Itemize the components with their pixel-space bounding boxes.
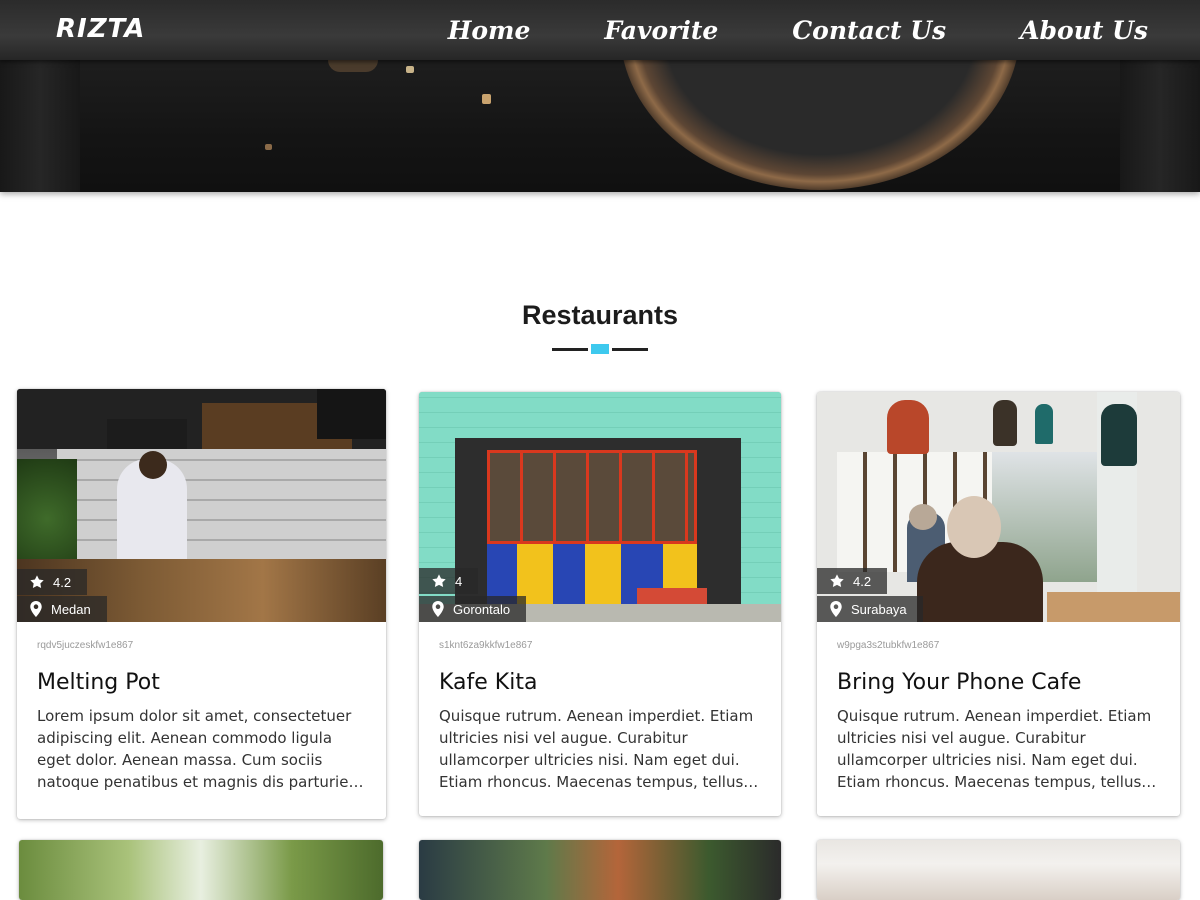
hero-crumb xyxy=(406,66,414,73)
restaurant-name[interactable]: Melting Pot xyxy=(37,670,366,695)
pendant-lamp xyxy=(993,400,1017,446)
star-icon xyxy=(30,575,44,588)
restaurant-description: Quisque rutrum. Aenean imperdiet. Etiam … xyxy=(837,707,1152,791)
nav-menu: Home Favorite Contact Us About Us xyxy=(448,0,1148,60)
hero-crumb xyxy=(265,144,272,150)
title-deco-bar-left xyxy=(552,348,588,351)
tile-wall xyxy=(57,449,386,559)
rating-value: 4.2 xyxy=(853,573,872,589)
brand-logo[interactable]: RIZTA xyxy=(56,14,145,44)
navbar: RIZTA Home Favorite Contact Us About Us xyxy=(0,0,1200,60)
restaurant-name[interactable]: Kafe Kita xyxy=(439,670,761,695)
restaurant-image xyxy=(19,840,383,900)
rating-badge: 4 xyxy=(419,568,479,594)
restaurant-image xyxy=(817,840,1180,900)
rating-badge: 4.2 xyxy=(817,568,888,594)
section-title: Restaurants xyxy=(521,300,679,330)
hero-side-right xyxy=(1120,60,1200,192)
location-badge: Surabaya xyxy=(817,596,923,622)
rating-value: 4 xyxy=(455,573,463,589)
city-name: Medan xyxy=(51,601,91,617)
pendant-lamp xyxy=(1101,404,1137,466)
location-pin-icon xyxy=(432,601,444,617)
chef-head xyxy=(139,451,167,479)
nav-link-contact-us[interactable]: Contact Us xyxy=(792,16,946,45)
star-icon xyxy=(830,574,844,587)
restaurant-card[interactable] xyxy=(817,840,1180,900)
restaurant-id: s1knt6za9kkfw1e867 xyxy=(439,640,533,651)
city-name: Gorontalo xyxy=(453,601,511,617)
restaurant-id: w9pga3s2tubkfw1e867 xyxy=(837,640,940,651)
restaurant-image: 4.2 Surabaya xyxy=(817,392,1180,622)
pendant-lamp xyxy=(1035,404,1053,444)
restaurant-description: Lorem ipsum dolor sit amet, consectetuer… xyxy=(37,707,364,791)
hero-side-left xyxy=(0,60,80,192)
title-deco-bar-right xyxy=(612,348,648,351)
panel-yellow xyxy=(517,544,553,604)
window-grid xyxy=(487,450,697,544)
nav-link-about-us[interactable]: About Us xyxy=(1020,16,1148,45)
hero-crumb xyxy=(328,60,378,72)
location-badge: Gorontalo xyxy=(419,596,527,622)
card-body: rqdv5juczeskfw1e867 Melting Pot Lorem ip… xyxy=(17,622,386,793)
menu-board xyxy=(317,389,386,439)
restaurant-card[interactable]: 4.2 Surabaya w9pga3s2tubkfw1e867 Bring Y… xyxy=(817,392,1180,816)
person-head xyxy=(909,504,937,530)
restaurant-image xyxy=(419,840,781,900)
restaurant-card[interactable]: 4.2 Medan rqdv5juczeskfw1e867 Melting Po… xyxy=(17,389,386,819)
restaurant-image: 4 Gorontalo xyxy=(419,392,781,622)
panel-blue xyxy=(553,544,585,604)
location-pin-icon xyxy=(830,601,842,617)
location-badge: Medan xyxy=(17,596,107,622)
panel-blue xyxy=(487,544,517,604)
restaurant-card[interactable]: 4 Gorontalo s1knt6za9kkfw1e867 Kafe Kita… xyxy=(419,392,781,816)
panel-yellow xyxy=(585,544,621,604)
restaurant-description: Quisque rutrum. Aenean imperdiet. Etiam … xyxy=(439,707,754,791)
red-crate xyxy=(637,588,707,604)
restaurant-name[interactable]: Bring Your Phone Cafe xyxy=(837,670,1160,695)
location-pin-icon xyxy=(30,601,42,617)
restaurant-card[interactable] xyxy=(19,840,383,900)
restaurant-id: rqdv5juczeskfw1e867 xyxy=(37,640,134,651)
card-body: w9pga3s2tubkfw1e867 Bring Your Phone Caf… xyxy=(817,622,1180,793)
title-deco-accent xyxy=(591,344,609,354)
city-name: Surabaya xyxy=(851,601,907,617)
restaurant-image: 4.2 Medan xyxy=(17,389,386,622)
table xyxy=(1047,592,1180,622)
card-body: s1knt6za9kkfw1e867 Kafe Kita Quisque rut… xyxy=(419,622,781,793)
hero-crumb xyxy=(482,94,491,104)
pendant-lamp xyxy=(887,400,929,454)
restaurant-card[interactable] xyxy=(419,840,781,900)
rating-badge: 4.2 xyxy=(17,569,88,595)
title-decoration xyxy=(552,344,648,354)
rating-value: 4.2 xyxy=(53,574,72,590)
nav-link-home[interactable]: Home xyxy=(448,16,531,45)
hero-banner xyxy=(0,60,1200,192)
hero-plate-image xyxy=(620,60,1020,190)
man-head xyxy=(947,496,1001,558)
star-icon xyxy=(432,574,446,587)
nav-link-favorite[interactable]: Favorite xyxy=(604,16,718,45)
